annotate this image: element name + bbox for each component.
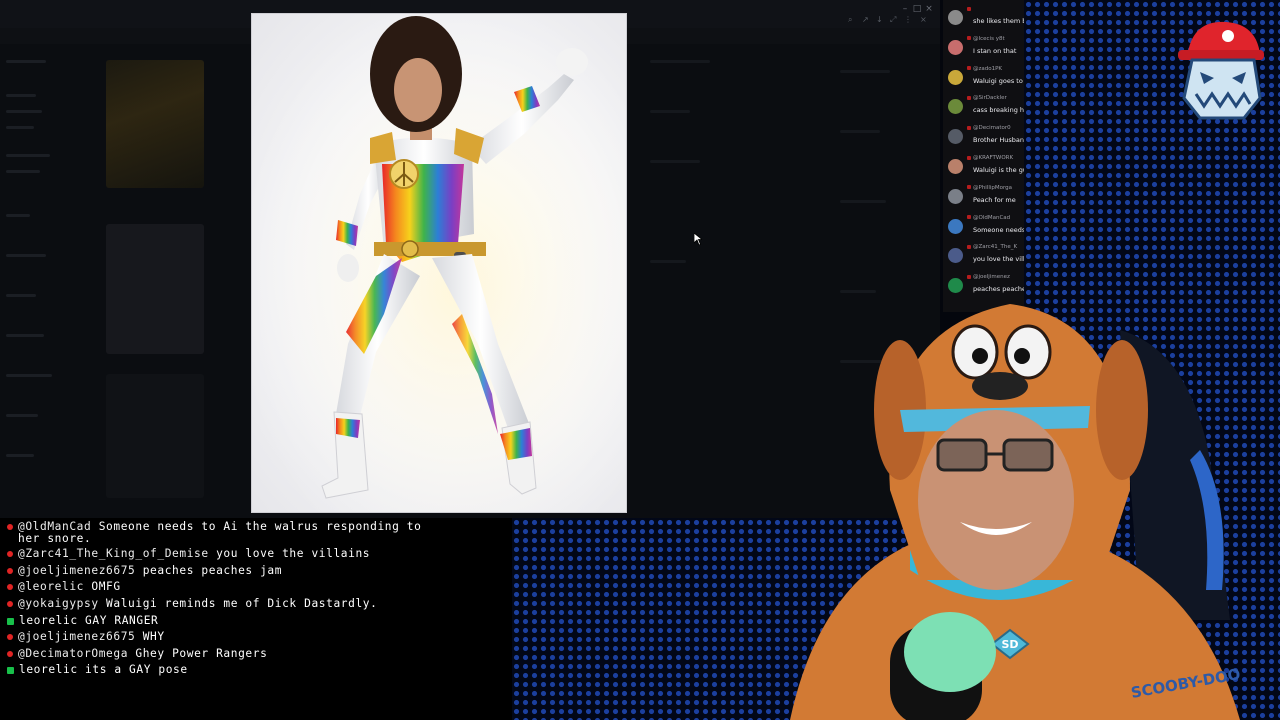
chat-username[interactable]: @PhillipMorga — [973, 185, 1012, 191]
side-chat-message[interactable]: @Decimator0 Brother Husband — [943, 121, 1024, 151]
avatar[interactable] — [948, 69, 963, 85]
bottom-chat-overlay: @OldManCad Someone needs to Ai the walru… — [0, 518, 512, 720]
youtube-badge-icon — [7, 568, 13, 574]
close-viewer-icon[interactable]: × — [920, 16, 930, 24]
chat-username[interactable]: @joeljimenez — [973, 274, 1010, 280]
side-chat-message[interactable]: @Zarc41_The_Kyou love the villa — [943, 240, 1024, 270]
chat-message-text: I stan on that — [973, 46, 1017, 55]
chat-line: leorelic GAY RANGER — [7, 615, 507, 627]
chat-message-text: its a GAY pose — [85, 663, 188, 676]
avatar[interactable] — [948, 39, 963, 55]
chat-line: leorelic its a GAY pose — [7, 664, 507, 676]
chat-message-text: WHY — [142, 630, 165, 643]
chat-message-text: you love the villains — [216, 547, 371, 560]
chat-message-text: Waluigi reminds me of Dick Dastardly. — [106, 597, 378, 610]
chat-line: @leorelic OMFG — [7, 581, 507, 593]
avatar[interactable] — [948, 129, 963, 145]
side-chat-message[interactable]: @SirDackler cass breaking h — [943, 91, 1024, 121]
preview-image[interactable] — [251, 13, 627, 513]
webcam-feed: SD SCOOBY-DOO — [790, 304, 1242, 720]
chat-line: @OldManCad Someone needs to Ai the walru… — [7, 521, 507, 545]
chat-username: @DecimatorOmega — [18, 647, 129, 660]
chat-username[interactable]: @KRAFTWORK — [973, 155, 1013, 161]
chat-username: @joeljimenez6675 — [18, 564, 136, 577]
zoom-icon[interactable]: ⌕ — [848, 16, 858, 24]
side-chat-message[interactable]: she likes them b — [943, 2, 1024, 32]
chat-line: @joeljimenez6675 WHY — [7, 631, 507, 643]
chat-message-text: Peach for me — [973, 195, 1016, 204]
chat-line: @joeljimenez6675 peaches peaches jam — [7, 565, 507, 577]
chat-line: @DecimatorOmega Ghey Power Rangers — [7, 648, 507, 660]
chat-message-text: Ghey Power Rangers — [135, 647, 268, 660]
chat-message-text: cass breaking h — [973, 106, 1024, 115]
share-icon[interactable]: ↗ — [862, 16, 872, 24]
avatar[interactable] — [948, 159, 963, 174]
chat-message-text: OMFG — [91, 580, 121, 593]
avatar[interactable] — [948, 248, 963, 264]
chat-message-text: Waluigi goes to — [973, 76, 1023, 85]
chat-message-continuation: her snore. — [18, 532, 92, 545]
channel-logo-icon — [1178, 21, 1264, 120]
chat-username: leorelic — [19, 614, 78, 627]
chat-message-text: Someone needs — [973, 225, 1024, 234]
chat-message-text: she likes them b — [973, 17, 1024, 25]
search-result-thumbnail[interactable] — [106, 224, 204, 354]
side-chat-message[interactable]: @OldManCad Someone needs — [943, 211, 1024, 241]
chat-message-text: you love the villa — [973, 255, 1024, 264]
minimize-icon[interactable]: – — [900, 4, 910, 14]
youtube-badge-icon — [7, 651, 13, 657]
chat-line: @yokaigypsy Waluigi reminds me of Dick D… — [7, 598, 507, 610]
avatar[interactable] — [948, 218, 963, 234]
maximize-icon[interactable]: □ — [912, 4, 922, 14]
stream-scene: – □ × ⌕ ↗ ↓ ⤢ ⋮ × she likes them b @Icec… — [0, 0, 1280, 720]
avatar[interactable] — [948, 99, 963, 115]
chat-username[interactable]: @Decimator0 — [973, 125, 1011, 131]
member-badge-icon — [7, 666, 14, 674]
side-chat-message[interactable]: @Icecis y8t I stan on that — [943, 32, 1024, 62]
chat-username[interactable]: @SirDackler — [973, 95, 1007, 101]
collar-tag-text: SD — [1001, 638, 1018, 651]
chat-username[interactable]: @Icecis y8t — [973, 36, 1005, 42]
avatar[interactable] — [948, 10, 963, 25]
close-icon[interactable]: × — [924, 4, 934, 14]
chat-username: @joeljimenez6675 — [18, 630, 136, 643]
expand-icon[interactable]: ⤢ — [890, 16, 900, 24]
youtube-badge-icon — [7, 601, 13, 607]
youtube-badge-icon — [7, 524, 13, 530]
chat-message-text: peaches peaches jam — [142, 564, 283, 577]
youtube-badge-icon — [7, 584, 13, 590]
chat-message-text: GAY RANGER — [85, 614, 159, 627]
chat-username: leorelic — [19, 663, 78, 676]
chat-username[interactable]: @OldManCad — [973, 215, 1010, 221]
search-result-thumbnail[interactable] — [106, 60, 204, 188]
chat-message-text: Waluigi is the gu — [973, 166, 1024, 174]
chat-line: @Zarc41_The_King_of_Demise you love the … — [7, 548, 507, 560]
side-chat-panel[interactable]: she likes them b @Icecis y8t I stan on tha… — [943, 0, 1024, 312]
chat-username: @Zarc41_The_King_of_Demise — [18, 547, 209, 560]
chat-message-text: Brother Husband — [973, 136, 1024, 145]
browser-side-nav — [0, 44, 80, 514]
side-chat-message[interactable]: @PhillipMorga Peach for me — [943, 181, 1024, 211]
side-chat-message[interactable]: @zado1PK Waluigi goes to — [943, 62, 1024, 92]
mouse-cursor-icon — [694, 233, 702, 245]
youtube-badge-icon — [7, 551, 13, 557]
youtube-badge-icon — [7, 634, 13, 640]
chat-username[interactable]: @Zarc41_The_K — [973, 244, 1017, 250]
chat-username: @yokaigypsy — [18, 597, 99, 610]
member-badge-icon — [7, 617, 14, 625]
search-result-thumbnail[interactable] — [106, 374, 204, 498]
more-icon[interactable]: ⋮ — [904, 16, 914, 24]
side-chat-message[interactable]: @KRAFTWORK Waluigi is the gu — [943, 151, 1024, 181]
chat-username[interactable]: @zado1PK — [973, 66, 1002, 72]
download-icon[interactable]: ↓ — [876, 16, 886, 24]
chat-message-text: Someone needs to Ai the walrus respondin… — [98, 520, 422, 533]
chat-username: @leorelic — [18, 580, 85, 593]
avatar[interactable] — [948, 188, 963, 204]
